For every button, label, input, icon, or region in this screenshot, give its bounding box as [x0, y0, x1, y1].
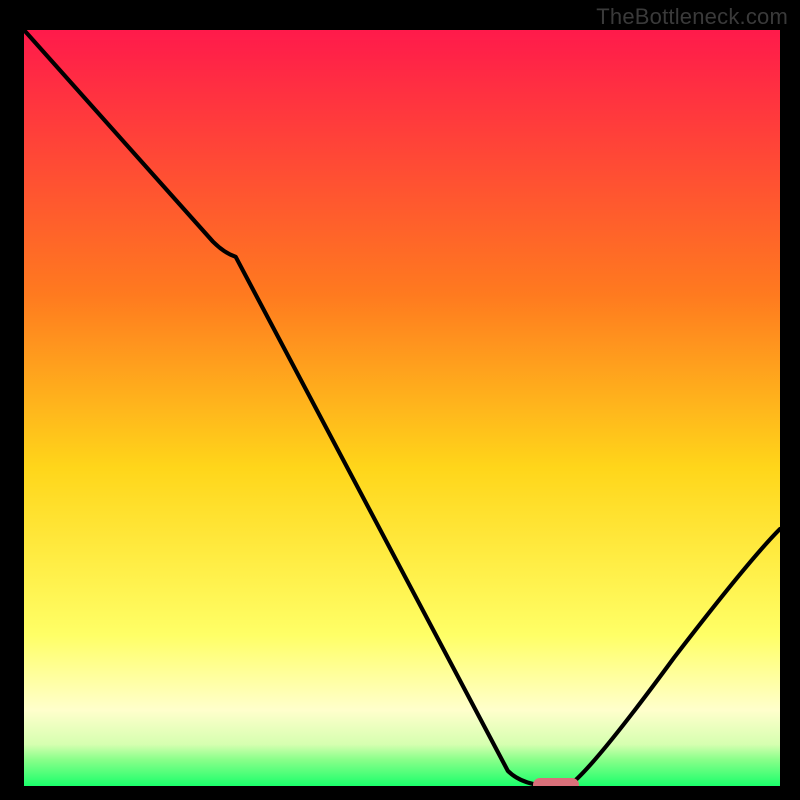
plot-area	[20, 30, 780, 790]
chart-container: TheBottleneck.com	[0, 0, 800, 800]
watermark-text: TheBottleneck.com	[596, 4, 788, 30]
bottleneck-curve	[24, 30, 780, 786]
optimal-marker	[533, 778, 579, 790]
